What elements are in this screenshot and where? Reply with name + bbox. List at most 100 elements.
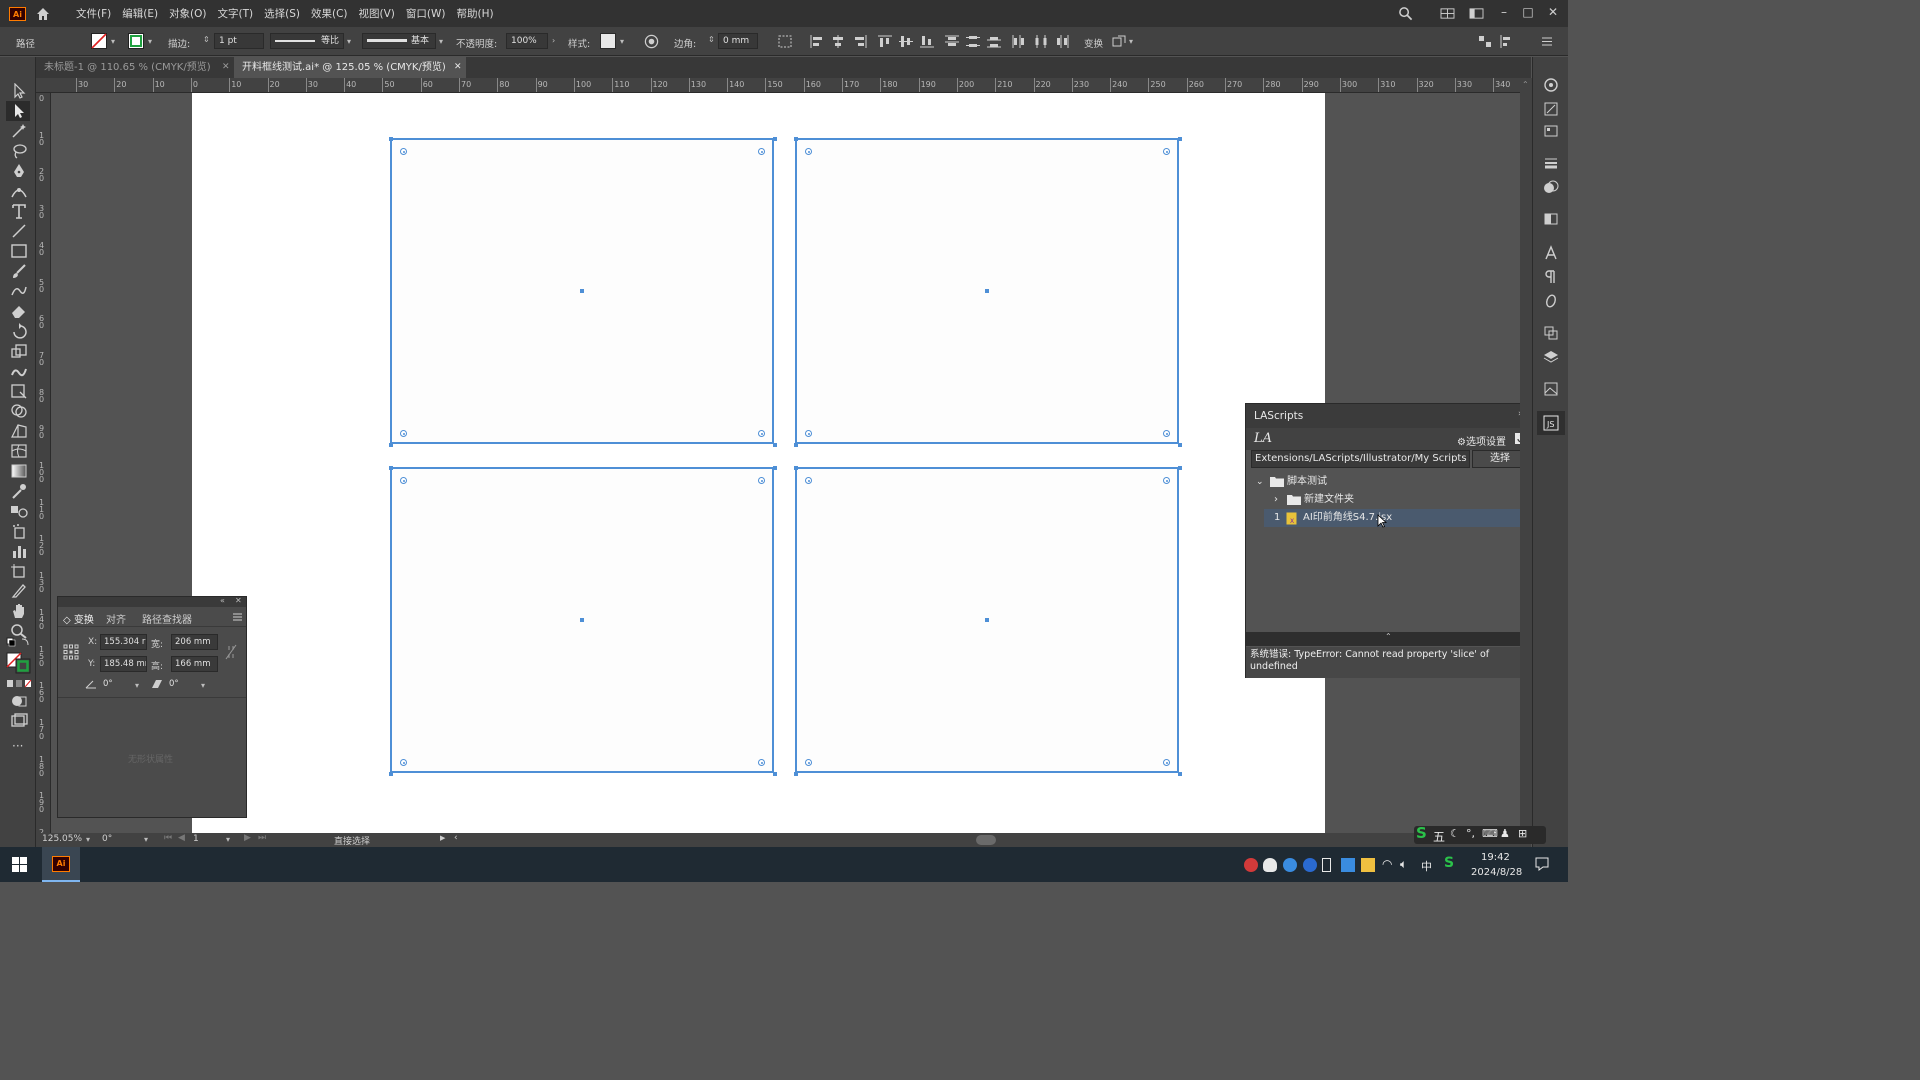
align-left-icon[interactable] bbox=[810, 35, 824, 48]
corner-radius-input[interactable]: 0 mm bbox=[718, 33, 758, 49]
brush-definition-select[interactable]: 基本 bbox=[362, 33, 436, 49]
default-colors-icon[interactable] bbox=[6, 637, 32, 649]
x-input[interactable]: 155.304 r bbox=[100, 634, 147, 650]
variable-width-profile-select[interactable]: 等比 bbox=[270, 33, 344, 49]
shear-input[interactable]: 0° bbox=[166, 677, 198, 693]
ime-mode-label[interactable]: 五 bbox=[1433, 828, 1445, 845]
cc-libraries-icon[interactable] bbox=[1543, 77, 1559, 93]
perspective-grid-tool-icon[interactable] bbox=[10, 423, 28, 439]
paragraph-panel-icon[interactable] bbox=[1543, 269, 1559, 285]
corner-stepper-icon[interactable]: ⇕ bbox=[708, 35, 715, 44]
distribute-top-icon[interactable] bbox=[945, 35, 959, 48]
distribute-bottom-icon[interactable] bbox=[987, 35, 1001, 48]
isolate-group-icon[interactable] bbox=[1112, 35, 1126, 48]
menu-view[interactable]: 视图(V) bbox=[359, 6, 395, 21]
fill-stroke-swatches-icon[interactable] bbox=[6, 652, 32, 674]
live-corner-widget[interactable] bbox=[805, 148, 812, 155]
log-splitter[interactable]: ⌃ bbox=[1246, 632, 1531, 646]
qq-icon[interactable] bbox=[1263, 858, 1277, 872]
opentype-panel-icon[interactable] bbox=[1543, 293, 1559, 309]
constrain-proportions-icon[interactable] bbox=[225, 644, 237, 660]
live-corner-widget[interactable] bbox=[1163, 477, 1170, 484]
distribute-left-icon[interactable] bbox=[1012, 35, 1026, 48]
color-mode-icons[interactable] bbox=[6, 679, 32, 689]
tab-untitled-1[interactable]: 未标题-1 @ 110.65 % (CMYK/预览) bbox=[36, 57, 236, 78]
options-button[interactable]: ⚙选项设置 bbox=[1457, 433, 1506, 448]
blend-tool-icon[interactable] bbox=[10, 503, 28, 519]
stroke-dropdown-icon[interactable]: ▾ bbox=[148, 37, 152, 46]
artboard-number-select[interactable]: 1 bbox=[193, 834, 199, 844]
line-segment-tool-icon[interactable] bbox=[10, 223, 28, 239]
properties-icon[interactable] bbox=[1543, 101, 1559, 117]
anchor-point[interactable] bbox=[389, 443, 393, 447]
live-corner-widget[interactable] bbox=[758, 148, 765, 155]
menu-type[interactable]: 文字(T) bbox=[218, 6, 254, 21]
slice-tool-icon[interactable] bbox=[10, 583, 28, 599]
panel-menu-icon[interactable] bbox=[232, 612, 243, 622]
paintbrush-tool-icon[interactable] bbox=[10, 263, 28, 279]
live-corner-widget[interactable] bbox=[400, 148, 407, 155]
fill-dropdown-icon[interactable]: ▾ bbox=[111, 37, 115, 46]
volume-icon[interactable]: 🔈︎ bbox=[1400, 857, 1407, 872]
menu-edit[interactable]: 编辑(E) bbox=[122, 6, 158, 21]
y-input[interactable]: 185.48 mr bbox=[100, 656, 147, 672]
live-corner-widget[interactable] bbox=[758, 430, 765, 437]
asset-export-icon[interactable] bbox=[1543, 123, 1559, 139]
screen-mode-icon[interactable] bbox=[10, 713, 28, 729]
distribute-vertical-center-icon[interactable] bbox=[966, 35, 980, 48]
sogou-tray-icon[interactable]: S bbox=[1444, 855, 1454, 871]
curvature-tool-icon[interactable] bbox=[10, 183, 28, 199]
last-artboard-icon[interactable]: ⏭ bbox=[258, 833, 266, 843]
hand-tool-icon[interactable] bbox=[10, 603, 28, 619]
lascripts-panel-icon[interactable]: JS bbox=[1543, 415, 1559, 431]
next-artboard-icon[interactable]: ▶ bbox=[244, 833, 251, 843]
live-corner-widget[interactable] bbox=[1163, 148, 1170, 155]
moon-icon[interactable]: ☾ bbox=[1450, 827, 1460, 840]
horizontal-ruler[interactable]: 30 20 10 0 10 20 30 40 50 60 70 80 90 100 110 120 130 140… bbox=[36, 78, 1520, 93]
gradient-tool-icon[interactable] bbox=[10, 463, 28, 479]
anchor-point[interactable] bbox=[773, 466, 777, 470]
anchor-point[interactable] bbox=[773, 137, 777, 141]
security-shield-icon[interactable] bbox=[1361, 858, 1375, 872]
eraser-tool-icon[interactable] bbox=[10, 303, 28, 319]
magic-wand-tool-icon[interactable] bbox=[10, 123, 28, 139]
brush-dropdown-icon[interactable]: ▾ bbox=[439, 37, 443, 46]
user-icon[interactable]: ♟ bbox=[1500, 827, 1510, 840]
clock-date[interactable]: 2024/8/28 bbox=[1471, 867, 1522, 878]
rotation-dropdown-icon[interactable]: ▾ bbox=[144, 835, 148, 844]
status-menu-icon[interactable]: ▶ bbox=[440, 834, 445, 842]
anchor-point[interactable] bbox=[389, 466, 393, 470]
tray-app-icon[interactable] bbox=[1244, 858, 1258, 872]
width-input[interactable]: 206 mm bbox=[171, 634, 218, 650]
distribute-horizontal-center-icon[interactable] bbox=[1034, 35, 1048, 48]
zoom-level-select[interactable]: 125.05% bbox=[42, 834, 82, 844]
tree-script-item[interactable]: 1 X AI印前角线S4.7.jsx bbox=[1264, 509, 1531, 527]
transform-link[interactable]: 变换 bbox=[1084, 36, 1103, 50]
vertical-ruler[interactable]: 0 1 0 2 0 3 0 4 0 5 0 6 0 7 0 8 0 9 0 1 0 0 1 1 0 1 … bbox=[36, 93, 51, 833]
scripts-path-input[interactable]: Extensions/LAScripts/Illustrator/My Scri… bbox=[1251, 450, 1470, 468]
clock-time[interactable]: 19:42 bbox=[1481, 852, 1510, 863]
artboard-dropdown-icon[interactable]: ▾ bbox=[226, 835, 230, 844]
rectangle-tool-icon[interactable] bbox=[10, 243, 28, 259]
chevron-down-icon[interactable]: ⌄ bbox=[1256, 473, 1264, 491]
pen-tool-icon[interactable] bbox=[10, 163, 28, 179]
live-corner-widget[interactable] bbox=[805, 477, 812, 484]
edit-toolbar-icon[interactable]: ··· bbox=[12, 739, 23, 753]
style-dropdown-icon[interactable]: ▾ bbox=[620, 37, 624, 46]
minimize-icon[interactable]: – bbox=[1496, 4, 1512, 20]
panel-header[interactable]: « ✕ bbox=[58, 596, 246, 607]
arrange-icon[interactable] bbox=[1478, 35, 1492, 48]
stroke-swatch-icon[interactable] bbox=[128, 33, 144, 49]
selected-rectangle[interactable] bbox=[794, 137, 1182, 447]
character-panel-icon[interactable] bbox=[1543, 245, 1559, 261]
browser-helper-icon[interactable] bbox=[1303, 858, 1317, 872]
opacity-input[interactable]: 100% bbox=[506, 33, 548, 49]
anchor-point[interactable] bbox=[773, 443, 777, 447]
live-corner-widget[interactable] bbox=[758, 477, 765, 484]
rotation-select[interactable]: 0° bbox=[102, 834, 112, 844]
rotate-tool-icon[interactable] bbox=[10, 323, 28, 339]
recolor-artwork-icon[interactable] bbox=[644, 34, 659, 49]
direct-selection-tool-icon[interactable] bbox=[10, 103, 28, 119]
arrange-documents-icon[interactable] bbox=[1440, 7, 1455, 20]
stroke-weight-input[interactable]: 1 pt bbox=[214, 33, 264, 49]
